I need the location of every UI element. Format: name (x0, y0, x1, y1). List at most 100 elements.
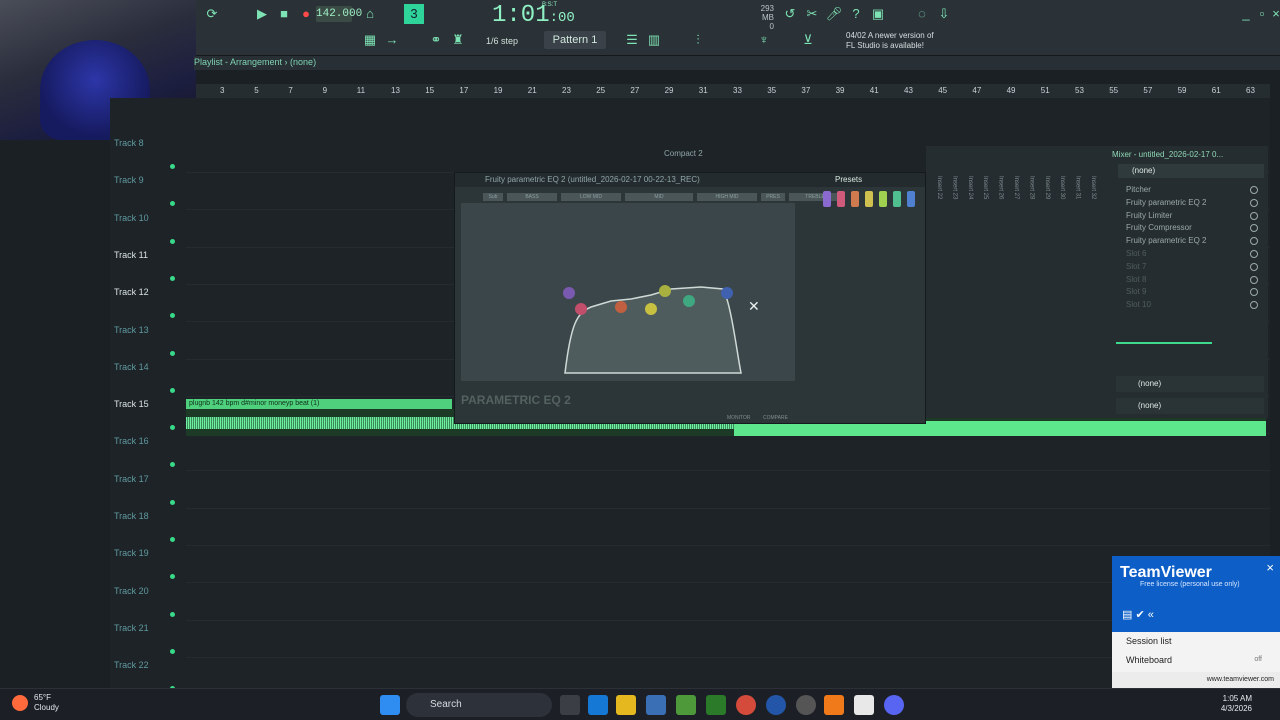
tempo-display[interactable]: 142.000 (316, 6, 362, 22)
track-label[interactable]: Track 13 (114, 325, 149, 335)
track-label[interactable]: Track 21 (114, 623, 149, 633)
track-label[interactable]: Track 17 (114, 474, 149, 484)
mixer-insert-label[interactable]: Insert 23 (945, 176, 957, 199)
fl-studio-icon[interactable] (824, 695, 844, 715)
xbox-icon[interactable] (706, 695, 726, 715)
compact-label[interactable]: Compact 2 (664, 149, 703, 158)
steam-icon[interactable] (796, 695, 816, 715)
session-list-item[interactable]: Session list (1126, 636, 1172, 646)
clock[interactable]: 1:05 AM 4/3/2026 (1221, 694, 1252, 714)
mixer-insert-label[interactable]: Insert 22 (930, 176, 942, 199)
slot-toggle-icon[interactable] (1250, 237, 1258, 246)
eq-titlebar[interactable]: Fruity parametric EQ 2 (untitled_2026-02… (455, 173, 925, 187)
play-button[interactable]: ▶ (252, 4, 272, 24)
loop-icon[interactable]: ⟳ (202, 4, 222, 24)
eq-band-slider[interactable] (823, 191, 831, 207)
slot-toggle-icon[interactable] (1250, 224, 1258, 233)
mixer-icon[interactable]: ⫶ (688, 30, 708, 50)
slot-toggle-icon[interactable] (1250, 262, 1258, 271)
bars-icon[interactable]: ▥ (644, 30, 664, 50)
start-icon[interactable] (380, 695, 400, 715)
audio-clip-label[interactable]: plugnb 142 bpm d#minor moneyp beat (1) (186, 399, 452, 409)
eq-band-slider[interactable] (907, 191, 915, 207)
mixer-insert-label[interactable]: Insert 24 (961, 176, 973, 199)
slot-toggle-icon[interactable] (1250, 275, 1258, 284)
stop-button[interactable]: ■ (274, 4, 294, 24)
tv-tools-icon[interactable]: ▤ ✔ « (1122, 608, 1154, 621)
timecode-display[interactable]: 1:01:00 (492, 2, 575, 29)
track-label[interactable]: Track 10 (114, 213, 149, 223)
track-mute-dot[interactable] (170, 387, 175, 393)
track-label[interactable]: Track 12 (114, 287, 149, 297)
cart-icon[interactable]: ⊻ (798, 30, 818, 50)
link-icon[interactable]: ⚭ (426, 30, 446, 50)
pattern-selector[interactable]: Pattern 1 (544, 31, 606, 49)
mixer-slot[interactable]: Slot 6 (1120, 248, 1258, 260)
mixer-insert-label[interactable]: Insert 31 (1069, 176, 1081, 199)
mixer-slot[interactable]: Pitcher (1120, 184, 1258, 196)
track-mute-dot[interactable] (170, 574, 175, 580)
eq-band-slider[interactable] (893, 191, 901, 207)
stamp-icon[interactable]: ♜ (448, 30, 468, 50)
close-icon[interactable]: × (1266, 4, 1280, 24)
weather-widget[interactable]: 65°F Cloudy (12, 693, 59, 713)
arrow-right-icon[interactable]: → (382, 30, 402, 50)
presets-button[interactable]: Presets (835, 175, 862, 184)
mixer-slot[interactable]: Fruity parametric EQ 2 (1120, 235, 1258, 247)
cut-icon[interactable]: ✂ (802, 4, 822, 24)
update-notice[interactable]: 04/02 A newer version of FL Studio is av… (846, 31, 942, 51)
eq-band-slider[interactable] (837, 191, 845, 207)
mixer-eq-selector[interactable]: (none) (1116, 376, 1264, 392)
mixer-insert-label[interactable]: Insert 27 (1007, 176, 1019, 199)
mixer-insert-label[interactable]: Insert 30 (1053, 176, 1065, 199)
record-button[interactable]: ● (296, 4, 316, 24)
chrome-icon[interactable] (736, 695, 756, 715)
track-mute-dot[interactable] (170, 275, 175, 281)
track-mute-dot[interactable] (170, 350, 175, 356)
eq-band-slider[interactable] (851, 191, 859, 207)
slot-toggle-icon[interactable] (1250, 198, 1258, 207)
track-label[interactable]: Track 22 (114, 660, 149, 670)
discord-icon[interactable] (884, 695, 904, 715)
undo-icon[interactable]: ↺ (780, 4, 800, 24)
piano-icon[interactable]: ▦ (360, 30, 380, 50)
step-selector[interactable]: 1/6 step (486, 36, 518, 46)
slot-toggle-icon[interactable] (1250, 288, 1258, 297)
track-label[interactable]: Track 16 (114, 436, 149, 446)
track-mute-dot[interactable] (170, 313, 175, 319)
mixer-slot[interactable]: Slot 8 (1120, 274, 1258, 286)
slot-toggle-icon[interactable] (1250, 250, 1258, 258)
mixer-slot[interactable]: Fruity parametric EQ 2 (1120, 197, 1258, 209)
download-icon[interactable]: ⇩ (934, 4, 954, 24)
minecraft-icon[interactable] (676, 695, 696, 715)
save-icon[interactable]: ▣ (868, 4, 888, 24)
explorer-icon[interactable] (616, 695, 636, 715)
chat-icon[interactable]: ◌ (912, 4, 932, 24)
track-mute-dot[interactable] (170, 611, 175, 617)
help-icon[interactable]: ? (846, 4, 866, 24)
track-mute-dot[interactable] (170, 499, 175, 505)
mixer-insert-label[interactable]: Insert 28 (1022, 176, 1034, 199)
mixer-slot[interactable]: Slot 10 (1120, 299, 1258, 311)
monitor-label[interactable]: MONITOR (727, 415, 751, 421)
track-label[interactable]: Track 20 (114, 586, 149, 596)
eq-graph[interactable] (461, 203, 795, 381)
close-icon[interactable]: × (1266, 560, 1274, 575)
slot-toggle-icon[interactable] (1250, 211, 1258, 220)
teamviewer-url[interactable]: www.teamviewer.com (1112, 672, 1280, 688)
whiteboard-toggle[interactable]: off (1254, 656, 1262, 663)
track-mute-dot[interactable] (170, 648, 175, 654)
slot-toggle-icon[interactable] (1250, 301, 1258, 310)
store-icon[interactable] (646, 695, 666, 715)
task-view-icon[interactable] (560, 695, 580, 715)
mixer-insert-label[interactable]: Insert 25 (976, 176, 988, 199)
compare-label[interactable]: COMPARE (763, 415, 788, 421)
eq-band-slider[interactable] (865, 191, 873, 207)
countdown-icon[interactable]: 3 (404, 4, 424, 24)
eq-band-slider[interactable] (879, 191, 887, 207)
mixer-insert-label[interactable]: Insert 26 (992, 176, 1004, 199)
mixer-track-selector[interactable]: (none) (1118, 164, 1264, 178)
plugin-icon[interactable]: ♆ (754, 30, 774, 50)
eq-band-sliders[interactable] (809, 191, 921, 421)
mixer-slot[interactable]: Fruity Limiter (1120, 210, 1258, 222)
